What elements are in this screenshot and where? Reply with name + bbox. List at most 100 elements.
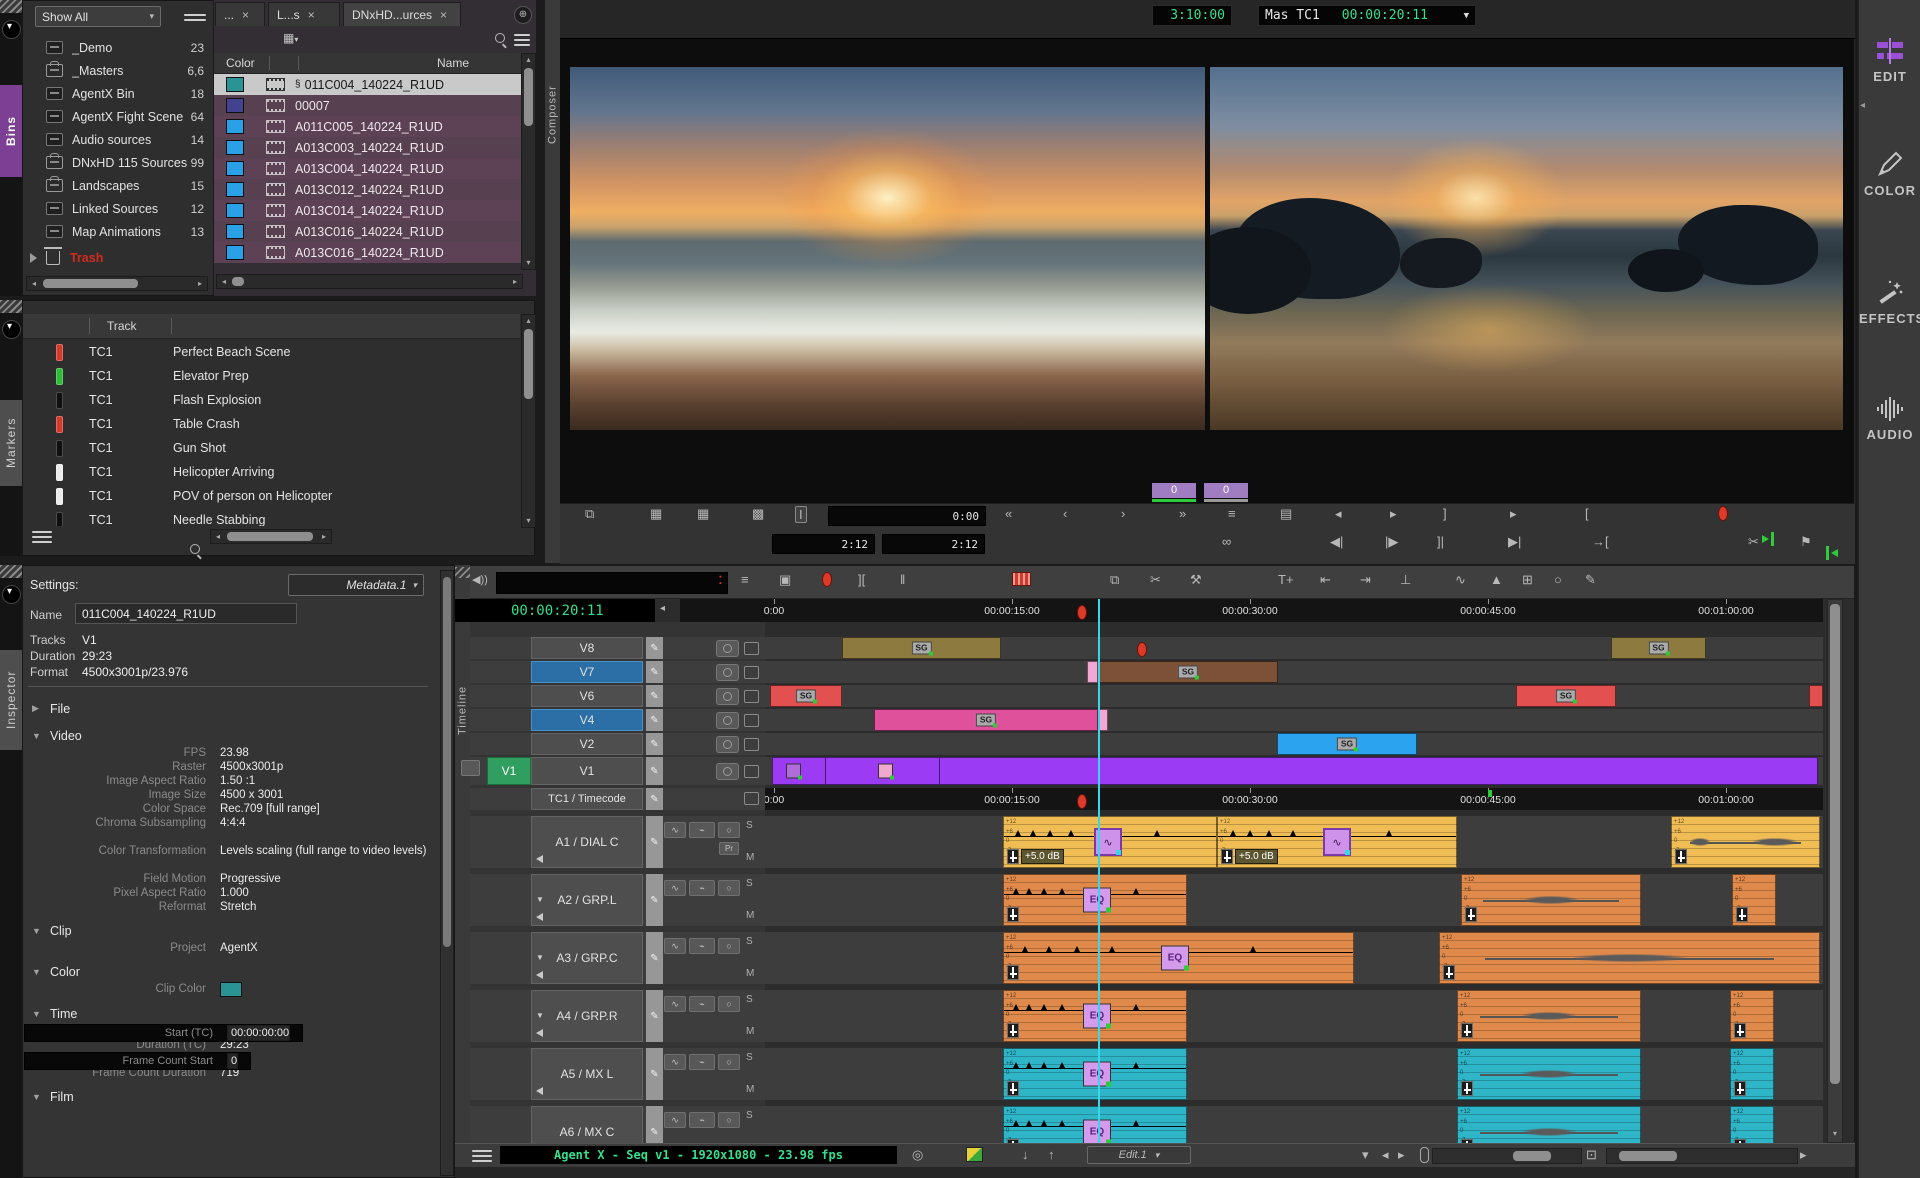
clip-gain-icon[interactable]: [1465, 907, 1477, 922]
audio-clip[interactable]: +12 +6 0 -7 -15EQ: [1003, 1048, 1187, 1100]
audio-clip[interactable]: +12 +6 0 -7 -15+5.0 dB∿: [1217, 816, 1457, 868]
section-header[interactable]: ▶File: [24, 698, 436, 719]
inspector-vscrollbar[interactable]: [440, 570, 454, 1176]
volume-keyframe[interactable]: [1154, 830, 1160, 836]
play-back-icon[interactable]: ◀|: [1330, 534, 1343, 550]
bin-row[interactable]: Audio sources14: [22, 128, 212, 151]
audio-power-button[interactable]: ○: [718, 938, 740, 954]
volume-keyframe[interactable]: [1059, 1120, 1065, 1126]
search-icon[interactable]: [190, 544, 203, 557]
track-selector-V7[interactable]: V7: [531, 661, 643, 683]
render-icon[interactable]: ⚒: [1190, 572, 1202, 588]
bin-row[interactable]: DNxHD 115 Sources99: [22, 151, 212, 174]
search-icon[interactable]: [495, 33, 508, 46]
audio-clip[interactable]: +12 +6 0 -7 -15+5.0 dB∿: [1003, 816, 1217, 868]
grid-small-icon[interactable]: ▦: [697, 506, 709, 522]
panel-menu-button[interactable]: [2, 20, 21, 39]
chevron-down-icon[interactable]: ▼: [536, 895, 544, 904]
audio-clip[interactable]: +12 +6 0 -7 -15: [1671, 816, 1820, 868]
timeline-settings-icon[interactable]: ≡: [741, 572, 749, 587]
audio-clip[interactable]: +12 +6 0 -7 -15: [1457, 1048, 1641, 1100]
duration-left-field[interactable]: 2:12: [772, 534, 875, 554]
track-monitor-button[interactable]: [744, 792, 759, 805]
section-arrow-icon[interactable]: ▶: [24, 703, 50, 714]
clip-hscrollbar[interactable]: ◂▸: [216, 274, 523, 289]
marker-row[interactable]: TC1Perfect Beach Scene: [23, 340, 513, 364]
clip-gain-icon[interactable]: [1007, 907, 1019, 922]
goto-out-icon[interactable]: ]: [1443, 506, 1447, 521]
section-header[interactable]: ▼Color: [24, 961, 436, 982]
add-marker-icon[interactable]: [1718, 506, 1728, 521]
position-field[interactable]: 0:00: [828, 506, 986, 526]
clip-row[interactable]: A013C003_140224_R1UD: [214, 137, 521, 158]
volume-keyframe[interactable]: [1290, 830, 1296, 836]
track-monitor-button[interactable]: [744, 765, 759, 778]
clip-row[interactable]: A013C004_140224_R1UD: [214, 158, 521, 179]
bin-row[interactable]: Map Animations13: [22, 220, 212, 243]
goto-in-icon[interactable]: [: [1585, 506, 1589, 521]
clip-color-chip[interactable]: [226, 140, 244, 155]
timeline-vscrollbar[interactable]: ▾: [1827, 599, 1843, 1143]
clip-row[interactable]: A013C014_140224_R1UD: [214, 200, 521, 221]
clip-color-chip[interactable]: [226, 119, 244, 134]
audio-clip[interactable]: +12 +6 0 -7 -15: [1457, 1106, 1641, 1143]
bin-hscrollbar[interactable]: ◂▸: [26, 276, 208, 291]
solo-button[interactable]: S: [746, 936, 753, 947]
automation-button[interactable]: ⌁: [689, 996, 715, 1012]
waveform-button[interactable]: ∿: [664, 938, 686, 954]
speaker-icon[interactable]: [536, 1029, 543, 1037]
down-arrow-icon[interactable]: ↓: [1022, 1147, 1029, 1162]
clip-gain-icon[interactable]: [1221, 849, 1233, 864]
section-arrow-icon[interactable]: ▼: [24, 926, 50, 936]
automation-button[interactable]: ⌁: [689, 1054, 715, 1070]
mute-button[interactable]: M: [746, 910, 754, 921]
track-selector-A1[interactable]: A1 / DIAL C: [531, 816, 643, 868]
clip-gain-icon[interactable]: [1675, 849, 1687, 864]
resize-grip[interactable]: [0, 0, 22, 13]
mute-button[interactable]: M: [746, 1084, 754, 1095]
playhead-ruler[interactable]: [1098, 599, 1100, 622]
metadata-value[interactable]: 0: [227, 1053, 238, 1069]
volume-keyframe[interactable]: [1041, 1004, 1047, 1010]
mute-button[interactable]: M: [746, 852, 754, 863]
chevron-down-icon[interactable]: ▼: [536, 1011, 544, 1020]
curve-icon[interactable]: ∿: [1455, 572, 1466, 588]
close-icon[interactable]: [308, 8, 315, 22]
clip-menu-icon[interactable]: [514, 33, 530, 46]
waveform-button[interactable]: ∿: [664, 1054, 686, 1070]
resize-grip[interactable]: [0, 565, 22, 578]
metadata-value[interactable]: 00:00:00:00: [227, 1025, 290, 1041]
motion-adapter-badge[interactable]: SG: [911, 642, 931, 655]
motion-adapter-badge[interactable]: SG: [1648, 642, 1668, 655]
markers-menu-icon[interactable]: [32, 530, 52, 544]
timeline-hscrollbar[interactable]: [1606, 1148, 1798, 1164]
clip-pill-icon[interactable]: [1420, 1147, 1429, 1163]
tab-bin-2[interactable]: L...s: [268, 2, 340, 26]
clip-vscrollbar[interactable]: ▴▾: [521, 53, 536, 270]
collapse-arrow-icon[interactable]: ◂: [1860, 100, 1865, 111]
clip-color-chip[interactable]: [226, 245, 244, 260]
volume-keyframe[interactable]: [1059, 888, 1065, 894]
volume-keyframe[interactable]: [1013, 888, 1019, 894]
section-arrow-icon[interactable]: ▼: [24, 1009, 50, 1019]
volume-keyframe[interactable]: [1109, 946, 1115, 952]
motion-adapter-badge[interactable]: SG: [796, 690, 816, 703]
clip-row[interactable]: A013C016_140224_R1UD: [214, 242, 521, 263]
playhead[interactable]: [1098, 622, 1100, 1143]
volume-keyframe[interactable]: [1230, 830, 1236, 836]
panel-menu-button[interactable]: [2, 585, 21, 604]
audio-clip[interactable]: +12 +6 0 -7 -15: [1732, 874, 1776, 926]
section-header[interactable]: ▼Clip: [24, 920, 436, 941]
clip-color-chip[interactable]: [226, 203, 244, 218]
clip-gain-icon[interactable]: [1007, 1081, 1019, 1096]
pencil-icon[interactable]: ✎: [646, 709, 663, 731]
close-icon[interactable]: [242, 8, 249, 22]
next-edit-icon[interactable]: ▶|: [1508, 534, 1521, 550]
bin-row[interactable]: Landscapes15: [22, 174, 212, 197]
track-power-button[interactable]: [716, 763, 739, 780]
volume-keyframe[interactable]: [1059, 1062, 1065, 1068]
volume-keyframe[interactable]: [1266, 830, 1272, 836]
volume-keyframe[interactable]: [1068, 830, 1074, 836]
chevron-down-icon[interactable]: ▼: [1464, 11, 1469, 21]
marker-row[interactable]: TC1Needle Stabbing: [23, 508, 513, 526]
